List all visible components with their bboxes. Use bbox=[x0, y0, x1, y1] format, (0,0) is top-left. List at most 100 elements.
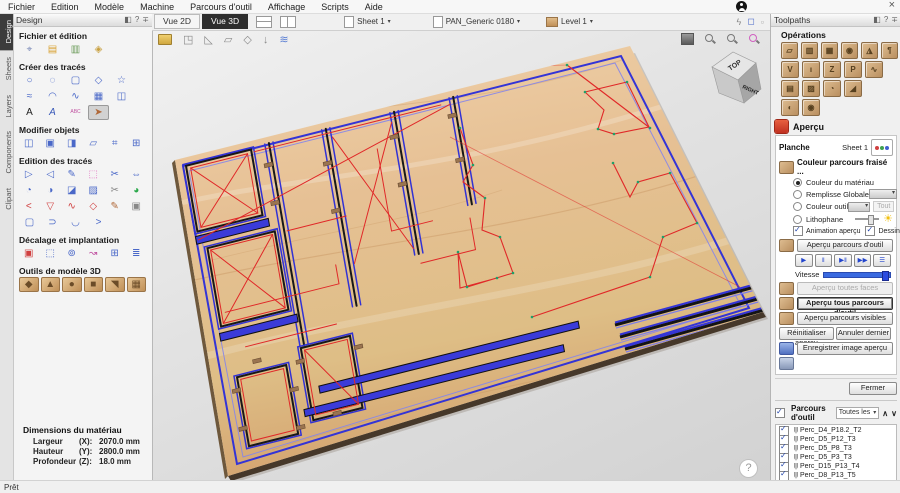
node-edit-icon[interactable]: ▷ bbox=[19, 167, 39, 182]
zoom-box-icon[interactable] bbox=[748, 33, 760, 45]
solid-view-icon[interactable] bbox=[681, 33, 694, 45]
radio-material-color[interactable]: Couleur du matériau bbox=[793, 178, 893, 187]
check-curve-icon[interactable]: ∿ bbox=[62, 199, 82, 214]
polyline-icon[interactable]: ≈ bbox=[19, 89, 40, 104]
fast-forward-icon[interactable]: ▶▶ bbox=[853, 254, 872, 267]
zoom-out-icon[interactable] bbox=[704, 33, 716, 45]
op-prisme[interactable]: P bbox=[844, 61, 862, 78]
op-ebauche[interactable]: ▨ bbox=[802, 80, 820, 97]
side-tab-clipart[interactable]: Clipart bbox=[0, 181, 13, 217]
move-up-icon[interactable]: ∧ bbox=[882, 409, 888, 418]
radio-icon[interactable] bbox=[793, 214, 802, 224]
side-tab-layers[interactable]: Layers bbox=[0, 88, 13, 125]
texture-pattern-icon[interactable]: ≋ bbox=[279, 33, 288, 46]
help-bubble-button[interactable]: ? bbox=[739, 459, 758, 478]
toolpath-list-item[interactable]: Perc_D15_P13_T4 bbox=[776, 460, 896, 472]
wave-shape-icon[interactable]: ◡ bbox=[65, 215, 86, 230]
toolpaths-visibility-checkbox[interactable] bbox=[775, 407, 785, 418]
op-inlay[interactable]: ı bbox=[802, 61, 820, 78]
op-percage[interactable]: ◉ bbox=[841, 42, 858, 59]
circle-icon[interactable]: ○ bbox=[19, 73, 40, 88]
bird-clipart-icon[interactable]: ➤ bbox=[88, 105, 109, 120]
sweep-icon[interactable]: ▲ bbox=[40, 277, 60, 292]
side-tab-sheets[interactable]: Sheets bbox=[0, 50, 13, 87]
cut-vector-icon[interactable]: ✂ bbox=[105, 167, 125, 182]
radio-icon[interactable] bbox=[793, 189, 802, 199]
arc-icon[interactable]: ◠ bbox=[42, 89, 63, 104]
material-selector[interactable]: PAN_Generic 0180 ▾ bbox=[432, 15, 520, 28]
emboss-icon[interactable]: ◥ bbox=[105, 277, 125, 292]
pentagon-red-icon[interactable]: ◇ bbox=[84, 199, 104, 214]
reset-preview-button[interactable]: Réinitialiser aperçu bbox=[779, 327, 834, 347]
help-icon[interactable]: ? bbox=[135, 15, 139, 24]
menu-item-7[interactable]: Scripts bbox=[313, 2, 357, 12]
toolpath-list-item[interactable]: Perc_D4_P18.2_T2 bbox=[776, 425, 896, 436]
op-projection[interactable]: ◐ bbox=[781, 99, 799, 116]
toolpath-list-item[interactable]: Perc_D5_P12_T3 bbox=[776, 433, 896, 445]
menu-item-1[interactable]: Fichier bbox=[0, 2, 43, 12]
import-image-icon[interactable]: ▥ bbox=[65, 42, 86, 57]
polygon-icon[interactable]: ◇ bbox=[88, 73, 109, 88]
stamp-icon[interactable]: ◫ bbox=[111, 89, 132, 104]
toolpath-list-item[interactable]: Perc_D5_P8_T3 bbox=[776, 442, 896, 454]
radio-tool-color[interactable]: Couleur outil Tout bbox=[793, 201, 895, 212]
draw-icon[interactable]: ✎ bbox=[105, 199, 125, 214]
trim-icon[interactable]: ✂ bbox=[105, 183, 125, 198]
scale-icon[interactable]: ◨ bbox=[62, 136, 82, 151]
close-preview-button[interactable]: Fermer bbox=[849, 382, 897, 395]
menu-item-2[interactable]: Edition bbox=[43, 2, 87, 12]
pin-icon[interactable]: ∓ bbox=[891, 15, 898, 24]
user-avatar-icon[interactable] bbox=[736, 1, 747, 12]
dock-panel-icon[interactable]: ◧ bbox=[124, 15, 132, 24]
array-copy-icon[interactable]: ⬚ bbox=[41, 246, 61, 261]
op-fraisage-2d[interactable]: ▱ bbox=[781, 42, 798, 59]
split-vertical-icon[interactable] bbox=[280, 15, 297, 28]
plane-view-icon[interactable]: ▱ bbox=[224, 33, 232, 46]
rotate-icon[interactable]: ▣ bbox=[41, 136, 61, 151]
guides-toggle-icon[interactable]: ◻ bbox=[747, 16, 754, 27]
op-vcarve[interactable]: V bbox=[781, 61, 799, 78]
op-chanfrein[interactable]: Z bbox=[823, 61, 841, 78]
wireframe-icon[interactable]: ◇ bbox=[243, 33, 251, 46]
op-rotative[interactable]: ◉ bbox=[802, 99, 820, 116]
rounded-rect-icon[interactable]: ▢ bbox=[65, 73, 86, 88]
arrow-shape-icon[interactable]: ⊃ bbox=[42, 215, 63, 230]
fillet-ok-icon[interactable]: ◕ bbox=[127, 183, 147, 198]
shaded-view-icon[interactable]: ◺ bbox=[204, 33, 212, 46]
tout-button[interactable]: Tout bbox=[873, 201, 895, 212]
radio-global-fill[interactable]: Remplisse Globale bbox=[793, 189, 897, 199]
radio-icon[interactable] bbox=[793, 178, 802, 187]
preview-all-toolpaths-button[interactable]: Aperçu tous parcours d'outil bbox=[797, 297, 893, 317]
toolpath-filter-dropdown[interactable]: Toutes les ▾ bbox=[835, 407, 880, 419]
curve-icon[interactable]: ∿ bbox=[65, 89, 86, 104]
zoom-in-icon[interactable] bbox=[726, 33, 738, 45]
close-icon[interactable]: × bbox=[889, 0, 895, 11]
op-texture-3d[interactable]: ∿ bbox=[865, 61, 883, 78]
op-moulure[interactable]: ◢ bbox=[844, 80, 862, 97]
dock-panel-icon[interactable]: ◧ bbox=[873, 15, 881, 24]
paste-icon[interactable]: ▣ bbox=[127, 199, 147, 214]
pause-icon[interactable]: ‖ bbox=[814, 254, 833, 267]
star-icon[interactable]: ☆ bbox=[111, 73, 132, 88]
select-region-icon[interactable]: ⬚ bbox=[84, 167, 104, 182]
export-icon[interactable]: ◈ bbox=[88, 42, 109, 57]
menu-item-3[interactable]: Modèle bbox=[87, 2, 133, 12]
run-to-end-icon[interactable]: ☰ bbox=[873, 254, 891, 267]
side-tab-design[interactable]: Design bbox=[0, 13, 13, 51]
zero-plane-icon[interactable]: ◆ bbox=[19, 277, 39, 292]
radio-lithophane[interactable]: Lithophane ☀ bbox=[793, 214, 893, 225]
side-tab-components[interactable]: Components bbox=[0, 124, 13, 181]
insert-node-icon[interactable]: ◁ bbox=[41, 167, 61, 182]
tool-color-dropdown[interactable] bbox=[848, 201, 871, 212]
op-gravure[interactable]: ◮ bbox=[861, 42, 878, 59]
palette-button[interactable] bbox=[871, 139, 893, 156]
turn-icon[interactable]: ■ bbox=[83, 277, 103, 292]
drop-to-surface-icon[interactable]: ↓ bbox=[263, 34, 269, 46]
tab-vue-3d[interactable]: Vue 3D bbox=[202, 14, 249, 29]
op-poche[interactable]: ▦ bbox=[821, 42, 838, 59]
menu-item-5[interactable]: Parcours d'outil bbox=[182, 2, 260, 12]
global-fill-color-dropdown[interactable] bbox=[868, 189, 897, 199]
view-cube[interactable]: TOP RIGHT bbox=[711, 51, 762, 104]
circular-copy-icon[interactable]: ⊚ bbox=[62, 246, 82, 261]
triangle-icon[interactable]: ▽ bbox=[41, 199, 61, 214]
